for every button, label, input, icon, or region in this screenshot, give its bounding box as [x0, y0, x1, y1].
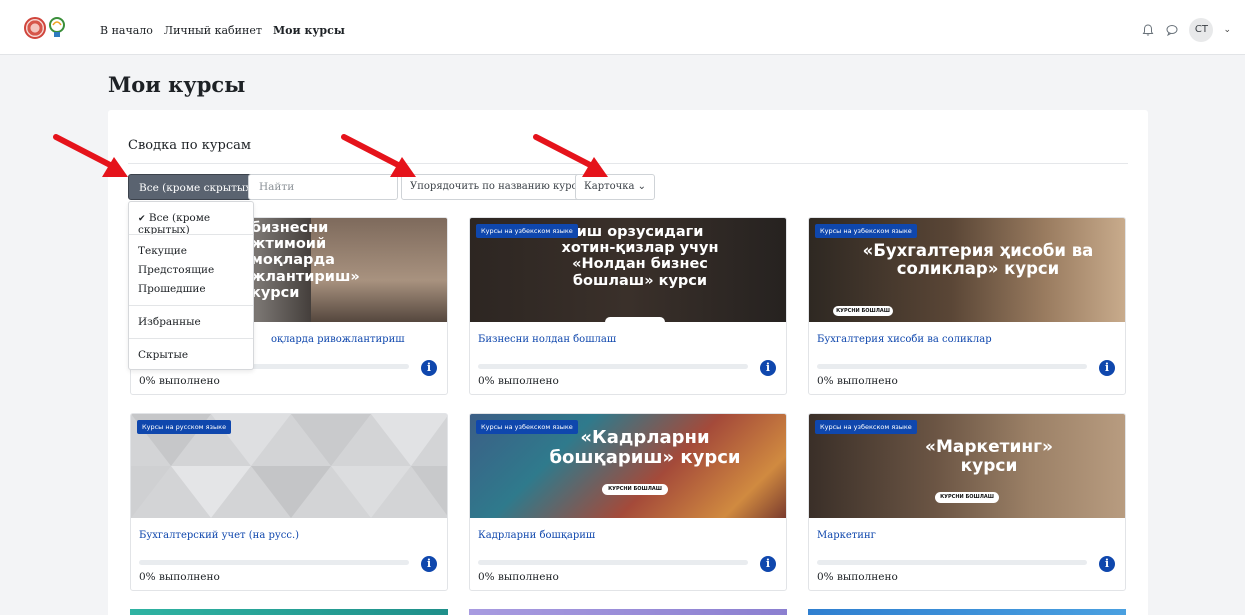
- course-title-link[interactable]: оқларда ривожлантириш: [271, 334, 405, 345]
- checkmark-icon: ✔: [138, 214, 146, 224]
- annotation-arrow-icon: [341, 134, 416, 177]
- info-icon[interactable]: i: [1099, 556, 1115, 572]
- course-image[interactable]: Курсы на узбекском языке «Кадрларни бошқ…: [470, 414, 786, 518]
- grouping-dropdown-menu: ✔ Все (кроме скрытых) Текущие Предстоящи…: [128, 201, 254, 370]
- notification-bell-icon[interactable]: [1141, 23, 1155, 37]
- progress-bar: [478, 560, 748, 565]
- course-overview-block: Сводка по курсам Все (кроме скрытых) ⌄ Н…: [108, 110, 1148, 615]
- progress-bar: [139, 560, 409, 565]
- progress-label: 0% выполнено: [478, 375, 559, 387]
- course-image[interactable]: Курсы на узбекском языке «Маркетинг» кур…: [809, 414, 1125, 518]
- progress-label: 0% выполнено: [817, 375, 898, 387]
- start-course-pill: КУРСНИ БОШЛАШ: [833, 306, 893, 316]
- start-course-pill: [605, 317, 665, 322]
- menu-item-favourites[interactable]: Избранные: [138, 316, 201, 328]
- menu-item-all[interactable]: ✔ Все (кроме скрытых): [138, 212, 253, 236]
- messages-icon[interactable]: [1165, 23, 1179, 37]
- user-tools: СТ ⌄: [1141, 18, 1231, 42]
- nav-link-dashboard[interactable]: Личный кабинет: [164, 24, 262, 37]
- course-card[interactable]: Курсы на узбекском языке иш орзусидаги х…: [469, 217, 787, 395]
- menu-divider: [129, 234, 253, 235]
- course-image-text: «Маркетинг» курси: [925, 437, 1053, 477]
- progress-bar: [478, 364, 748, 369]
- primary-navigation: В начало Личный кабинет Мои курсы: [100, 24, 345, 37]
- progress-bar: [817, 560, 1087, 565]
- progress-label: 0% выполнено: [478, 571, 559, 583]
- annotation-arrow-icon: [53, 134, 128, 177]
- next-course-card-top: [130, 609, 448, 615]
- course-title-link[interactable]: Маркетинг: [817, 530, 876, 541]
- course-card[interactable]: Курсы на узбекском языке «Кадрларни бошқ…: [469, 413, 787, 591]
- course-image[interactable]: Курсы на узбекском языке иш орзусидаги х…: [470, 218, 786, 322]
- chevron-down-icon: ⌄: [637, 181, 647, 192]
- course-card[interactable]: Курсы на узбекском языке «Бухгалтерия ҳи…: [808, 217, 1126, 395]
- info-icon[interactable]: i: [760, 556, 776, 572]
- progress-label: 0% выполнено: [139, 571, 220, 583]
- progress-label: 0% выполнено: [139, 375, 220, 387]
- course-image-text: «Бухгалтерия ҳисоби ва соликлар» курси: [862, 241, 1094, 279]
- progress-label: 0% выполнено: [817, 571, 898, 583]
- info-icon[interactable]: i: [421, 556, 437, 572]
- top-navbar: В начало Личный кабинет Мои курсы СТ ⌄: [0, 0, 1245, 55]
- course-image[interactable]: Курсы на узбекском языке «Бухгалтерия ҳи…: [809, 218, 1125, 322]
- page-title: Мои курсы: [108, 72, 246, 97]
- grouping-label: Все (кроме скрытых): [139, 182, 256, 194]
- menu-item-inprogress[interactable]: Текущие: [138, 245, 187, 257]
- language-badge: Курсы на узбекском языке: [476, 224, 578, 238]
- course-image[interactable]: Курсы на русском языке: [131, 414, 447, 518]
- menu-item-hidden[interactable]: Скрытые: [138, 349, 188, 361]
- course-card[interactable]: Курсы на узбекском языке «Маркетинг» кур…: [808, 413, 1126, 591]
- menu-divider: [129, 305, 253, 306]
- progress-bar: [817, 364, 1087, 369]
- annotation-arrow-icon: [533, 134, 608, 177]
- info-icon[interactable]: i: [421, 360, 437, 376]
- course-title-link[interactable]: Бизнесни нолдан бошлаш: [478, 334, 616, 345]
- next-course-card-top: [808, 609, 1126, 615]
- menu-item-future[interactable]: Предстоящие: [138, 264, 214, 276]
- logo-emblem-icon: [24, 17, 46, 39]
- course-title-link[interactable]: Бухгалтерия хисоби ва соликлар: [817, 334, 992, 345]
- info-icon[interactable]: i: [1099, 360, 1115, 376]
- next-course-card-top: [469, 609, 787, 615]
- course-image-text: бизнесни жтимоий моқларда жлантириш» кур…: [251, 220, 360, 301]
- user-avatar[interactable]: СТ: [1189, 18, 1214, 42]
- chevron-down-icon[interactable]: ⌄: [1223, 25, 1231, 35]
- course-title-link[interactable]: Кадрларни бошқариш: [478, 530, 595, 541]
- info-icon[interactable]: i: [760, 360, 776, 376]
- course-card[interactable]: Курсы на русском языке Бухгалтерский уче…: [130, 413, 448, 591]
- nav-link-home[interactable]: В начало: [100, 24, 153, 37]
- start-course-pill: КУРСНИ БОШЛАШ: [935, 492, 999, 503]
- logo-lightbulb-icon: [49, 17, 65, 37]
- start-course-pill: КУРСНИ БОШЛАШ: [602, 484, 668, 495]
- language-badge: Курсы на узбекском языке: [815, 224, 917, 238]
- site-logo[interactable]: [24, 17, 70, 41]
- nav-link-my-courses[interactable]: Мои курсы: [273, 24, 345, 37]
- menu-divider: [129, 338, 253, 339]
- course-image-text: «Кадрларни бошқариш» курси: [549, 427, 741, 469]
- menu-item-past[interactable]: Прошедшие: [138, 283, 206, 295]
- language-badge: Курсы на русском языке: [137, 420, 232, 434]
- course-title-link[interactable]: Бухгалтерский учет (на русс.): [139, 530, 299, 541]
- language-badge: Курсы на узбекском языке: [815, 420, 917, 434]
- block-title: Сводка по курсам: [128, 138, 251, 153]
- language-badge: Курсы на узбекском языке: [476, 420, 578, 434]
- divider: [128, 163, 1128, 164]
